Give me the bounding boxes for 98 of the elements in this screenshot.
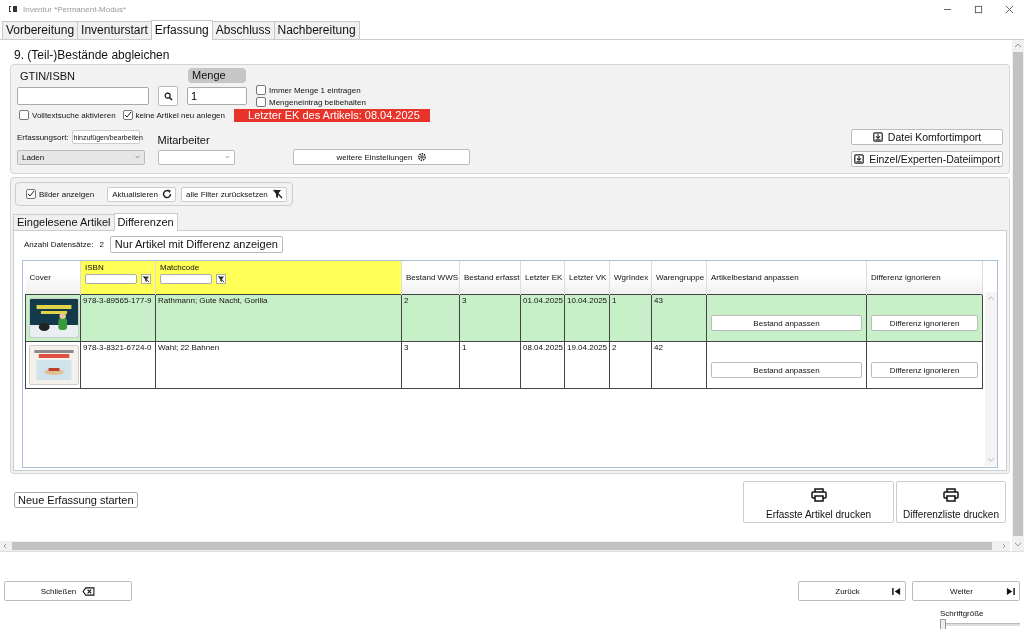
tab[interactable]: Vorbereitung	[2, 21, 79, 39]
gtin-input-field[interactable]	[17, 87, 149, 105]
check-icon	[123, 111, 132, 119]
caret-icon	[225, 155, 230, 159]
reset-filters-button[interactable]: alle Filter zurücksetzen	[180, 186, 287, 202]
import-button[interactable]: Datei Komfortimport	[851, 129, 1003, 145]
table-cell: 43	[651, 294, 707, 342]
column-header[interactable]: WgrIndex	[609, 261, 652, 295]
caret-icon	[135, 155, 140, 159]
ignore-difference-button[interactable]: Differenz ignorieren	[871, 362, 978, 378]
scrollbar[interactable]	[0, 541, 1010, 551]
filter-icon	[271, 189, 283, 199]
search-icon	[163, 91, 173, 101]
tab[interactable]: Inventurstart	[77, 21, 152, 39]
field-label: Erfassungsort:	[17, 132, 69, 142]
close-icon[interactable]	[1005, 4, 1014, 14]
column-header[interactable]: Bestand WWS	[401, 261, 460, 295]
print-button[interactable]: Erfasste Artikel drucken	[743, 481, 894, 523]
table-cell: 1	[609, 294, 652, 342]
column-header[interactable]: Matchcode	[155, 261, 402, 295]
skip-forward-icon	[1006, 586, 1015, 596]
download-icon	[854, 154, 865, 164]
printer-icon	[943, 488, 959, 502]
settings-button[interactable]: weitere Einstellungen	[293, 149, 470, 165]
settings-icon	[416, 152, 427, 162]
column-header[interactable]: Letzter EK	[520, 261, 565, 295]
close-button[interactable]: Schließen	[4, 581, 132, 601]
slider-thumb[interactable]	[940, 619, 946, 629]
maximize-icon[interactable]	[974, 4, 983, 14]
table-cell: 1	[459, 341, 521, 389]
column-header[interactable]: Letzter VK	[564, 261, 610, 295]
location-dropdown[interactable]: Laden	[17, 149, 145, 165]
record-count-label: Anzahl Datensätze:	[24, 239, 94, 249]
record-count: 2	[99, 239, 104, 249]
import-button[interactable]: Einzel/Experten-Dateiimport	[851, 151, 1003, 167]
download-icon	[872, 132, 883, 142]
tab[interactable]: Erfassung	[150, 20, 213, 40]
table-cell: 01.04.2025	[520, 294, 565, 342]
app-icon	[8, 5, 18, 13]
table-cell: 2	[609, 341, 652, 389]
table-cell: 19.04.2025	[564, 341, 610, 389]
table-cell: 10.04.2025	[564, 294, 610, 342]
refresh-button[interactable]: Aktualisieren	[107, 186, 176, 202]
column-header[interactable]: Warengruppe	[651, 261, 707, 295]
checkbox[interactable]: Volltextsuche aktivieren	[19, 110, 116, 120]
filter-toggle-button[interactable]: Nur Artikel mit Differenz anzeigen	[109, 235, 283, 253]
new-capture-button[interactable]: Neue Erfassung starten	[14, 492, 138, 508]
tab[interactable]: Nachbereitung	[273, 21, 360, 39]
back-button[interactable]: Zurück	[798, 581, 906, 601]
backspace-icon	[82, 586, 96, 596]
next-button[interactable]: Weiter	[912, 581, 1020, 601]
quantity-input-field[interactable]: 1	[187, 87, 247, 105]
window-title: Inventur *Permanent-Modus*	[23, 4, 127, 14]
table-cell: 08.04.2025	[520, 341, 565, 389]
checkbox[interactable]: Bilder anzeigen	[26, 189, 95, 199]
tab[interactable]: Differenzen	[113, 213, 178, 231]
printer-icon	[810, 488, 827, 502]
field-label: GTIN/ISBN	[19, 69, 76, 82]
column-title: ISBN	[85, 263, 105, 272]
filter-icon[interactable]	[141, 274, 151, 284]
filter-input-field[interactable]	[160, 274, 212, 284]
column-header[interactable]: Bestand erfasst	[459, 261, 521, 295]
scrollbar[interactable]	[1012, 40, 1024, 551]
adjust-stock-button[interactable]: Bestand anpassen	[711, 315, 862, 331]
ignore-difference-button[interactable]: Differenz ignorieren	[871, 315, 978, 331]
field-label: Mitarbeiter	[157, 134, 210, 146]
quantity-label: Menge	[188, 68, 246, 83]
scrollbar[interactable]	[985, 292, 997, 466]
table-cell: 42	[651, 341, 707, 389]
alert-banner: Letzter EK des Artikels: 08.04.2025	[234, 108, 430, 122]
table-cell: Rathmann; Gute Nacht, Gorilla	[155, 294, 402, 342]
tab[interactable]: Eingelesene Artikel	[13, 214, 115, 230]
column-header[interactable]: Artikelbestand anpassen	[706, 261, 867, 295]
checkbox[interactable]: Immer Menge 1 eintragen	[256, 85, 366, 95]
section-title: 9. (Teil-)Bestände abgleichen	[14, 48, 171, 62]
checkbox[interactable]: keine Artikel neu anlegen	[122, 110, 225, 120]
adjust-stock-button[interactable]: Bestand anpassen	[711, 362, 862, 378]
table-cell: 2	[401, 294, 460, 342]
refresh-icon	[161, 189, 172, 199]
table-cell: 978-3-89565-177-9	[80, 294, 156, 342]
table-cell: 3	[459, 294, 521, 342]
filter-input-field[interactable]	[85, 274, 137, 284]
column-header[interactable]: ISBN	[80, 261, 156, 295]
column-header[interactable]: Differenz ignorieren	[866, 261, 983, 295]
print-button[interactable]: Differenzliste drucken	[896, 481, 1006, 523]
filter-icon[interactable]	[216, 274, 226, 284]
check-icon	[27, 190, 35, 198]
table-cell: 978-3-8321-6724-0	[80, 341, 156, 389]
search-button[interactable]	[158, 86, 178, 106]
skip-back-icon	[892, 586, 901, 596]
column-title: Matchcode	[160, 263, 201, 272]
employee-dropdown[interactable]	[158, 149, 235, 165]
column-header[interactable]: Cover	[25, 261, 81, 295]
table-cell: 3	[401, 341, 460, 389]
table-cell: Wahl; 22 Bahnen	[155, 341, 402, 389]
tab[interactable]: Abschluss	[211, 21, 275, 39]
font-size-label: Schriftgröße	[940, 609, 984, 618]
checkbox[interactable]: Mengeneintrag beibehalten	[256, 97, 366, 107]
